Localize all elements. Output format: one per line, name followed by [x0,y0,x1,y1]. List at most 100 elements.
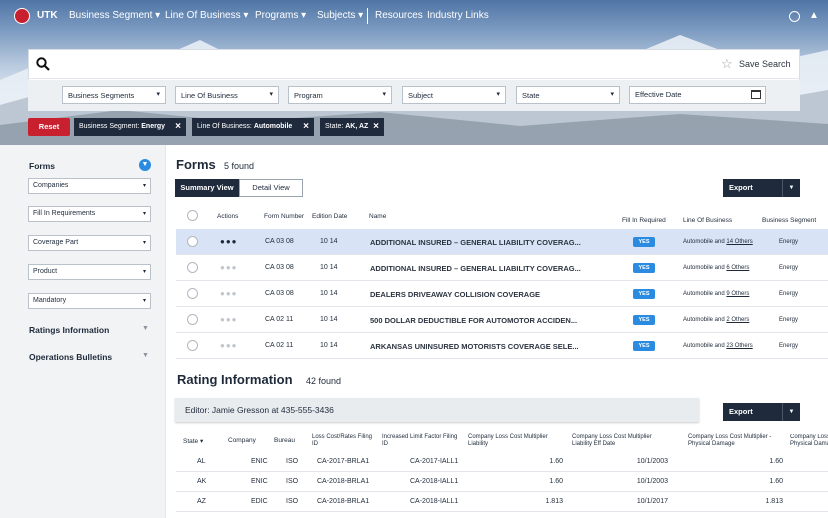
chip-value: Automobile [253,123,293,130]
col-lcm-physical-damage-2[interactable]: Company Loss Cost Physical Dama [790,434,828,447]
fill-in-badge: YES [633,315,655,325]
calendar-icon[interactable] [751,90,761,99]
row-checkbox[interactable] [187,262,198,273]
chevron-down-icon[interactable]: ▼ [782,179,800,197]
star-icon[interactable]: ☆ [721,56,733,72]
table-row[interactable]: ●●● CA 03 08 10 14 ADDITIONAL INSURED – GEN… [176,255,828,281]
funnel-icon[interactable]: ▼ [142,325,149,332]
row-checkbox[interactable] [187,314,198,325]
program-select[interactable]: Program ▾ [288,86,392,104]
company-cell: ENIC [251,478,268,485]
col-state[interactable]: State ▾ [183,437,203,445]
select-all-checkbox[interactable] [187,210,198,221]
search-icon[interactable] [36,57,50,71]
mandatory-select[interactable]: Mandatory ▾ [28,293,151,309]
save-search-button[interactable]: Save Search [739,59,791,69]
coverage-part-select[interactable]: Coverage Part ▾ [28,235,151,251]
chevron-down-icon: ▾ [496,91,500,98]
sidebar-operations-bulletins[interactable]: Operations Bulletins [29,352,112,362]
state-select[interactable]: State ▾ [516,86,620,104]
search-input[interactable] [28,49,800,79]
table-row[interactable]: AZ EDIC ISO CA-2018-BRLA1 CA-2018-IALL1 1.813… [176,492,828,512]
table-row[interactable]: ●●● CA 02 11 10 14 ARKANSAS UNINSURED MOTOR… [176,333,828,359]
table-row[interactable]: ●●● CA 03 08 10 14 DEALERS DRIVEAWAY COLLIS… [176,281,828,307]
col-fill-in-required[interactable]: Fill In Required [622,217,666,224]
row-checkbox[interactable] [187,340,198,351]
multiplier-cell: 1.813 [545,498,563,505]
others-link[interactable]: 9 Others [726,291,749,297]
more-actions-icon[interactable]: ●●● [220,237,238,246]
form-name-link[interactable]: ARKANSAS UNINSURED MOTORISTS COVERAGE SE… [370,342,579,351]
nav-business-segment[interactable]: Business Segment ▾ [69,10,160,21]
table-row[interactable]: ●●● CA 02 11 10 14 500 DOLLAR DEDUCTIBLE FO… [176,307,828,333]
chevron-down-icon: ▾ [156,91,160,98]
chevron-down-icon: ▾ [243,10,249,21]
nav-industry-links[interactable]: Industry Links [427,10,489,21]
form-name-link[interactable]: ADDITIONAL INSURED – GENERAL LIABILITY C… [370,264,581,273]
form-name-link[interactable]: ADDITIONAL INSURED – GENERAL LIABILITY C… [370,238,581,247]
col-business-segment[interactable]: Business Segment [762,217,816,224]
others-link[interactable]: 2 Others [726,317,749,323]
others-link[interactable]: 6 Others [726,265,749,271]
tab-detail-view[interactable]: Detail View [239,179,303,197]
more-actions-icon[interactable]: ●●● [220,263,238,272]
chip-label: State: [325,123,346,130]
col-ilf-filing-id[interactable]: Increased Limit Factor Filing ID [382,434,462,447]
companies-select[interactable]: Companies ▾ [28,178,151,194]
others-link[interactable]: 14 Others [726,239,752,245]
product-select[interactable]: Product ▾ [28,264,151,280]
form-name-link[interactable]: 500 DOLLAR DEDUCTIBLE FOR AUTOMOTOR ACCI… [370,316,577,325]
chip-state[interactable]: State: AK, AZ × [320,118,384,136]
nav-programs[interactable]: Programs ▾ [255,10,306,21]
chevron-down-icon[interactable]: ▼ [782,403,800,421]
close-icon[interactable]: × [303,118,309,136]
row-checkbox[interactable] [187,288,198,299]
bell-icon[interactable]: ▲ [809,10,819,21]
chip-business-segment[interactable]: Business Segment: Energy × [74,118,186,136]
col-bureau[interactable]: Bureau [274,437,295,444]
more-actions-icon[interactable]: ●●● [220,341,238,350]
edition-date: 10 14 [320,290,338,297]
col-lcm-liability[interactable]: Company Loss Cost Multiplier Liability [468,434,568,447]
subject-select[interactable]: Subject ▾ [402,86,506,104]
chevron-down-icon: ▾ [301,10,307,21]
brand-name[interactable]: UTK [37,10,58,21]
sidebar-ratings-information[interactable]: Ratings Information [29,325,109,335]
reset-button[interactable]: Reset [28,118,70,136]
close-icon[interactable]: × [373,118,379,136]
fill-in-requirements-select[interactable]: Fill In Requirements ▾ [28,206,151,222]
brand-logo-icon[interactable] [14,8,30,24]
table-row[interactable]: AK ENIC ISO CA-2018-BRLA1 CA-2018-IALL1 1.60 1… [176,472,828,492]
table-row[interactable]: ●●● CA 03 08 10 14 ADDITIONAL INSURED – GEN… [176,229,828,255]
more-actions-icon[interactable]: ●●● [220,315,238,324]
col-lcm-physical-damage[interactable]: Company Loss Cost Multiplier - Physical … [688,434,788,447]
col-name[interactable]: Name [369,213,386,220]
col-form-number[interactable]: Form Number [264,213,304,220]
others-link[interactable]: 23 Others [726,343,752,349]
col-edition-date[interactable]: Edition Date [312,213,347,220]
editor-info: Editor: Jamie Gresson at 435-555-3436 [175,398,699,422]
user-icon[interactable] [789,11,800,22]
col-company[interactable]: Company [228,437,256,444]
close-icon[interactable]: × [175,118,181,136]
funnel-icon[interactable]: ▼ [142,352,149,359]
col-loss-cost-filing-id[interactable]: Loss Cost/Rates Filing ID [312,434,374,447]
row-checkbox[interactable] [187,236,198,247]
col-line-of-business[interactable]: Line Of Business [683,217,732,224]
filter-icon[interactable]: ▼ [139,159,151,171]
nav-resources[interactable]: Resources [375,10,423,21]
forms-export-button[interactable]: Export ▼ [723,179,800,197]
line-of-business-select[interactable]: Line Of Business ▾ [175,86,279,104]
bureau-cell: ISO [286,478,299,485]
form-name-link[interactable]: DEALERS DRIVEAWAY COLLISION COVERAGE [370,290,540,299]
nav-line-of-business[interactable]: Line Of Business ▾ [165,10,248,21]
tab-summary-view[interactable]: Summary View [175,179,239,197]
more-actions-icon[interactable]: ●●● [220,289,238,298]
chip-line-of-business[interactable]: Line Of Business: Automobile × [192,118,314,136]
rating-export-button[interactable]: Export ▼ [723,403,800,421]
col-lcm-liability-eff-date[interactable]: Company Loss Cost Multiplier Liability E… [572,434,672,447]
effective-date-field[interactable]: Effective Date [629,86,766,104]
business-segments-select[interactable]: Business Segments ▾ [62,86,166,104]
table-row[interactable]: AL ENIC ISO CA-2017-BRLA1 CA-2017-IALL1 1.60 1… [176,452,828,472]
nav-subjects[interactable]: Subjects ▾ [317,10,363,21]
